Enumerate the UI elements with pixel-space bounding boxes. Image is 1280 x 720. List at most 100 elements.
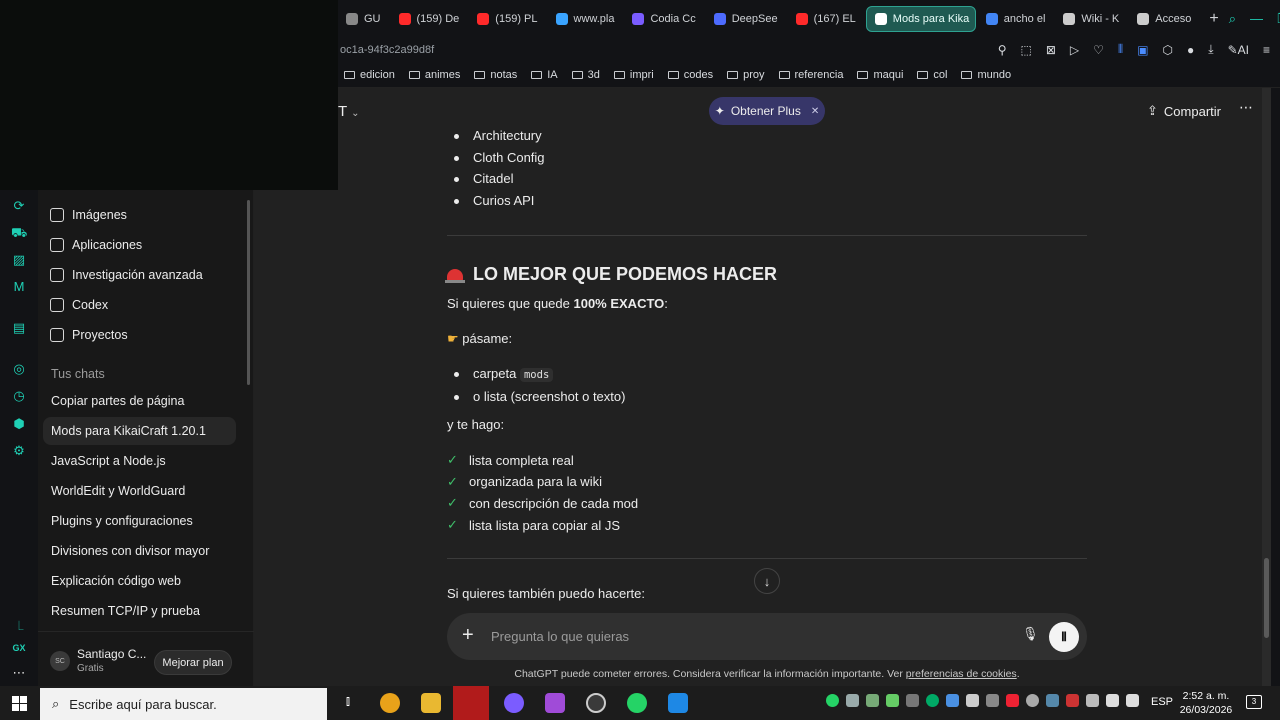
volume-icon[interactable] [1106, 694, 1119, 707]
bookmark-folder[interactable]: maqui [857, 69, 903, 81]
chat-list-item[interactable]: Explicación código web [43, 567, 236, 595]
more-icon[interactable]: ⋯ [11, 665, 27, 681]
bookmark-folder[interactable]: mundo [961, 69, 1011, 81]
bookmark-folder[interactable]: impri [613, 69, 654, 81]
upgrade-plan-button[interactable]: Mejorar plan [154, 650, 232, 675]
wifi-icon[interactable]: ⦀ [1118, 42, 1123, 57]
model-selector[interactable]: T ⌄ [338, 103, 359, 120]
browser-tab[interactable]: Codia Cc [624, 6, 703, 32]
bookmark-folder[interactable]: codes [667, 69, 713, 81]
browser-tab[interactable]: Mods para Kika [865, 5, 976, 32]
refresh-icon[interactable]: ⟳ [11, 198, 27, 214]
scroll-down-button[interactable]: ↓ [754, 568, 780, 594]
more-options-icon[interactable]: ⋯ [1239, 99, 1254, 116]
bookmark-folder[interactable]: IA [531, 69, 558, 81]
bookmark-folder[interactable]: notas [474, 69, 517, 81]
tray-icon[interactable] [906, 694, 919, 707]
avatar[interactable]: SC [50, 651, 70, 671]
edit-icon[interactable]: ▨ [11, 252, 27, 268]
tray-icon[interactable] [1026, 694, 1039, 707]
browser-tab[interactable]: (167) EL [788, 6, 864, 32]
app-icon[interactable] [545, 693, 565, 713]
sidebar-nav-item[interactable]: Codex [50, 298, 108, 312]
pin-icon[interactable]: ⚲ [998, 43, 1007, 57]
taskbar-search[interactable]: ⌕ Escribe aquí para buscar. [40, 688, 327, 720]
task-view-icon[interactable]: ⫾ [338, 693, 358, 713]
github-icon[interactable] [586, 693, 606, 713]
heart-icon[interactable]: ♡ [1093, 43, 1104, 57]
browser-tab[interactable]: Wiki - K [1055, 6, 1127, 32]
mail-icon[interactable]: M [11, 279, 27, 295]
whatsapp-icon[interactable] [627, 693, 647, 713]
share-button[interactable]: ⇪ Compartir [1147, 103, 1221, 119]
cube-icon[interactable]: ⬢ [11, 416, 27, 432]
browser-tab[interactable]: DeepSee [706, 6, 786, 32]
menu-icon[interactable]: ≡ [1263, 43, 1270, 57]
chat-list-item[interactable]: Resumen TCP/IP y prueba [43, 597, 236, 625]
download-icon[interactable]: ⤓ [1208, 42, 1213, 57]
bookmark-folder[interactable]: 3d [571, 69, 600, 81]
main-scrollbar[interactable] [1262, 88, 1271, 686]
whatsapp-tray-icon[interactable] [826, 694, 839, 707]
sidebar-scrollbar[interactable] [247, 200, 250, 385]
chat-list-item[interactable]: Plugins y configuraciones [43, 507, 236, 535]
gx-icon[interactable]: GX [11, 640, 27, 656]
sidebar-nav-item[interactable]: Investigación avanzada [50, 268, 203, 282]
browser-tab[interactable]: Acceso [1129, 6, 1199, 32]
vscode-icon[interactable] [668, 693, 688, 713]
search-tabs-icon[interactable]: ⌕ [1229, 11, 1236, 27]
play-icon[interactable]: ▷ [1070, 43, 1079, 57]
language-indicator[interactable]: ESP [1151, 696, 1173, 708]
bookmark-folder[interactable]: animes [408, 69, 460, 81]
browser-tab[interactable]: GU [338, 6, 389, 32]
tray-icon[interactable] [946, 694, 959, 707]
tray-icon[interactable] [866, 694, 879, 707]
clock[interactable]: 2:52 a. m. 26/03/2026 [1178, 689, 1234, 717]
cookie-preferences-link[interactable]: preferencias de cookies [906, 668, 1017, 680]
tray-icon[interactable] [1086, 694, 1099, 707]
nvidia-icon[interactable] [886, 694, 899, 707]
sidebar-nav-item[interactable]: Proyectos [50, 328, 128, 342]
translate-icon[interactable]: ▣ [1137, 43, 1148, 57]
chat-list-item[interactable]: Mods para KikaiCraft 1.20.1 [43, 417, 236, 445]
voice-mode-button[interactable]: ⦀ [1049, 622, 1079, 652]
settings-icon[interactable]: ⚙ [11, 443, 27, 459]
network-icon[interactable] [1126, 694, 1139, 707]
close-icon[interactable]: ✕ [811, 106, 819, 117]
tray-icon[interactable] [1006, 694, 1019, 707]
browser-tab[interactable]: (159) De [391, 6, 468, 32]
chat-list-item[interactable]: WorldEdit y WorldGuard [43, 477, 236, 505]
prompt-input[interactable]: Pregunta lo que quieras [491, 629, 629, 644]
player-icon[interactable]: ◎ [11, 361, 27, 377]
sidebar-nav-item[interactable]: Imágenes [50, 208, 127, 222]
opera-gx-icon[interactable] [453, 686, 489, 720]
chat-list-item[interactable]: Divisiones con divisor mayor [43, 537, 236, 565]
chat-list-item[interactable]: JavaScript a Node.js [43, 447, 236, 475]
url-text[interactable]: oc1a-94f3c2a99d8f [338, 44, 434, 56]
bookmark-folder[interactable]: edicion [344, 69, 395, 81]
steam-icon[interactable] [1046, 694, 1059, 707]
sidebar-nav-item[interactable]: Aplicaciones [50, 238, 142, 252]
notifications-icon[interactable]: 3 [1246, 695, 1262, 709]
snapshot-icon[interactable]: ⬚ [1021, 43, 1032, 57]
browser-tab[interactable]: www.pla [548, 6, 623, 32]
tray-icon[interactable] [926, 694, 939, 707]
minimize-icon[interactable]: — [1250, 11, 1263, 27]
scroll-thumb[interactable] [1264, 558, 1269, 638]
chat-list-item[interactable]: Copiar partes de página [43, 387, 236, 415]
discord-icon[interactable] [504, 693, 524, 713]
profile-icon[interactable]: ● [1187, 43, 1194, 57]
tray-icon[interactable] [986, 694, 999, 707]
tray-icon[interactable] [846, 694, 859, 707]
browser-tab[interactable]: ancho el [978, 6, 1054, 32]
block-icon[interactable]: ⊠ [1046, 43, 1056, 57]
history-icon[interactable]: ◷ [11, 388, 27, 404]
extensions-icon[interactable]: ⬡ [1163, 43, 1173, 57]
browser-tab[interactable]: (159) PL [469, 6, 545, 32]
get-plus-button[interactable]: ✦ Obtener Plus ✕ [709, 97, 825, 125]
file-explorer-icon[interactable] [421, 693, 441, 713]
twitch-icon[interactable]: ▤ [11, 320, 27, 336]
bookmark-folder[interactable]: referencia [778, 69, 843, 81]
windows-start-icon[interactable] [12, 696, 27, 711]
new-tab-button[interactable]: + [1199, 10, 1228, 28]
